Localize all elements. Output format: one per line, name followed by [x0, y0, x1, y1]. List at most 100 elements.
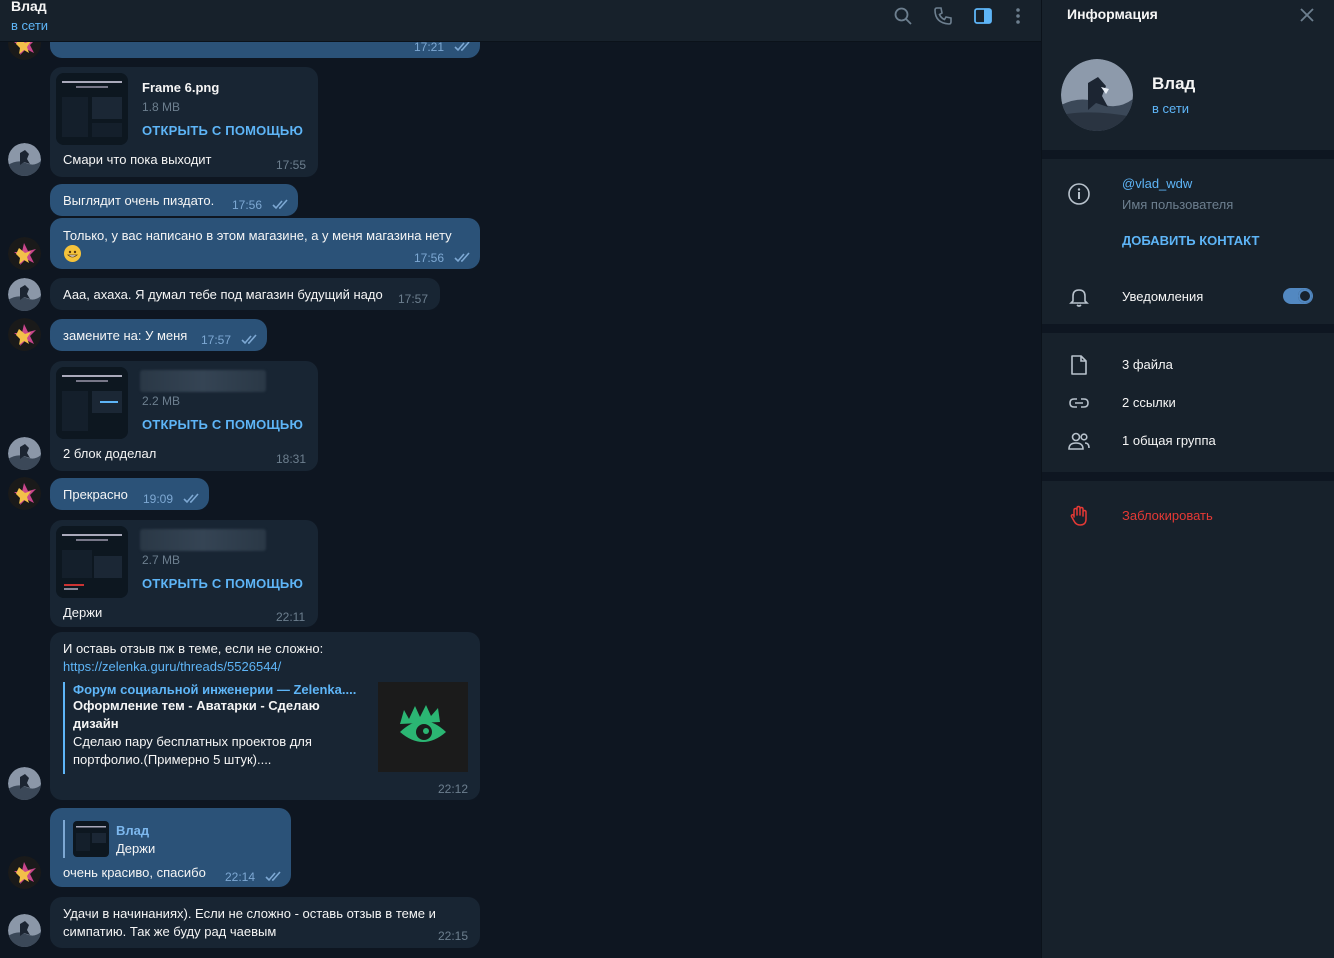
shared-files-item[interactable]: 3 файла: [1122, 357, 1173, 372]
reply-thumbnail: [73, 821, 109, 857]
info-panel-title: Информация: [1067, 6, 1158, 22]
shared-links-item[interactable]: 2 ссылки: [1122, 395, 1176, 410]
chat-title[interactable]: Влад: [11, 0, 47, 14]
message-outgoing[interactable]: замените на: У меня 17:57: [50, 319, 267, 351]
read-checks-icon: [272, 199, 290, 210]
read-checks-icon: [183, 493, 201, 504]
message-caption: Держи: [63, 605, 103, 620]
chat-area: 17:21 Frame 6.png 1.8 MB ОТКРЫТЬ С ПОМОЩ…: [0, 0, 1041, 958]
open-with-button[interactable]: ОТКРЫТЬ С ПОМОЩЬЮ: [142, 417, 303, 432]
message-time: 22:14: [225, 870, 256, 884]
profile-avatar[interactable]: [1061, 59, 1133, 131]
phone-icon[interactable]: [933, 6, 953, 26]
group-icon: [1067, 429, 1091, 453]
message-time: 19:09: [143, 492, 174, 506]
file-thumbnail[interactable]: [56, 526, 128, 598]
message-incoming-file[interactable]: Frame 6.png 1.8 MB ОТКРЫТЬ С ПОМОЩЬЮ Сма…: [50, 67, 318, 177]
add-contact-button[interactable]: ДОБАВИТЬ КОНТАКТ: [1122, 233, 1259, 248]
chat-status: в сети: [11, 18, 49, 33]
message-outgoing[interactable]: Выглядит очень пиздато. 17:56: [50, 184, 298, 216]
notifications-toggle[interactable]: [1283, 288, 1313, 304]
block-user-button[interactable]: Заблокировать: [1122, 508, 1213, 523]
read-checks-icon: [241, 334, 259, 345]
section-divider: [1042, 472, 1334, 481]
username-label: Имя пользователя: [1122, 197, 1234, 212]
read-checks-icon: [454, 41, 472, 52]
reply-author: Влад: [116, 823, 150, 838]
message-caption: 2 блок доделал: [63, 446, 157, 461]
file-size: 2.2 MB: [142, 394, 181, 408]
more-vertical-icon[interactable]: [1008, 6, 1028, 26]
open-with-button[interactable]: ОТКРЫТЬ С ПОМОЩЬЮ: [142, 123, 303, 138]
reply-quote[interactable]: [63, 820, 65, 858]
read-checks-icon: [454, 252, 472, 263]
avatar-me[interactable]: [8, 237, 41, 270]
search-icon[interactable]: [893, 6, 913, 26]
info-icon: [1067, 182, 1091, 206]
read-checks-icon: [265, 871, 283, 882]
notifications-label: Уведомления: [1122, 289, 1204, 304]
file-thumbnail[interactable]: [56, 73, 128, 145]
message-incoming[interactable]: Удачи в начинаниях). Если не сложно - ос…: [50, 897, 480, 948]
message-time: 17:57: [398, 292, 429, 306]
message-outgoing[interactable]: Прекрасно 19:09: [50, 478, 209, 510]
link-preview[interactable]: Форум социальной инженерии — Zelenka....…: [63, 682, 468, 774]
message-text-line: Удачи в начинаниях). Если не сложно - ос…: [63, 906, 436, 921]
message-caption: Смари что пока выходит: [63, 152, 212, 167]
section-divider: [1042, 150, 1334, 159]
message-text: И оставь отзыв пж в теме, если не сложно…: [63, 641, 324, 656]
file-size: 2.7 MB: [142, 553, 181, 567]
message-text: Прекрасно: [63, 487, 128, 502]
avatar-vlad[interactable]: [8, 143, 41, 176]
avatar-me[interactable]: [8, 477, 41, 510]
message-time: 17:56: [414, 251, 445, 265]
message-text: Ааа, ахаха. Я думал тебе под магазин буд…: [63, 287, 383, 302]
message-outgoing[interactable]: Только, у вас написано в этом магазине, …: [50, 218, 480, 269]
section-divider: [1042, 324, 1334, 333]
avatar-vlad[interactable]: [8, 437, 41, 470]
message-outgoing-reply[interactable]: Влад Держи очень красиво, спасибо 22:14: [50, 808, 291, 887]
close-icon[interactable]: [1298, 6, 1316, 24]
profile-name: Влад: [1152, 74, 1196, 93]
message-time: 18:31: [276, 452, 307, 466]
avatar-vlad[interactable]: [8, 914, 41, 947]
avatar-vlad[interactable]: [8, 767, 41, 800]
message-text: Выглядит очень пиздато.: [63, 193, 215, 208]
file-name: Frame 6.png: [142, 80, 220, 95]
message-time: 17:21: [414, 40, 445, 54]
grinning-emoji-icon: [64, 245, 81, 262]
message-time: 22:11: [276, 610, 306, 624]
message-time: 22:12: [438, 782, 469, 796]
info-panel: Информация Влад в сети @vlad_wdw Имя пол…: [1041, 0, 1334, 958]
message-text: замените на: У меня: [63, 328, 188, 343]
message-text: очень красиво, спасибо: [63, 865, 206, 880]
message-incoming-file[interactable]: 2.2 MB ОТКРЫТЬ С ПОМОЩЬЮ 2 блок доделал …: [50, 361, 318, 471]
link-icon: [1067, 391, 1091, 415]
sidebar-toggle-icon[interactable]: [973, 6, 993, 26]
avatar-me[interactable]: [8, 318, 41, 351]
zelenka-eye-logo-icon: [378, 682, 468, 772]
file-name-blurred: [140, 529, 266, 551]
file-icon: [1067, 353, 1091, 377]
message-time: 17:56: [232, 198, 263, 212]
message-time: 22:15: [438, 929, 469, 943]
hand-block-icon: [1067, 504, 1091, 528]
open-with-button[interactable]: ОТКРЫТЬ С ПОМОЩЬЮ: [142, 576, 303, 591]
avatar-vlad[interactable]: [8, 278, 41, 311]
file-thumbnail[interactable]: [56, 367, 128, 439]
profile-status: в сети: [1152, 101, 1190, 116]
message-incoming-file[interactable]: 2.7 MB ОТКРЫТЬ С ПОМОЩЬЮ Держи 22:11: [50, 520, 318, 627]
message-link[interactable]: https://zelenka.guru/threads/5526544/: [63, 659, 281, 674]
bell-icon: [1067, 285, 1091, 309]
file-size: 1.8 MB: [142, 100, 181, 114]
message-incoming-link[interactable]: И оставь отзыв пж в теме, если не сложно…: [50, 632, 480, 800]
username-link[interactable]: @vlad_wdw: [1122, 176, 1192, 191]
common-groups-item[interactable]: 1 общая группа: [1122, 433, 1216, 448]
chat-header: Влад в сети: [0, 0, 1041, 42]
message-incoming[interactable]: Ааа, ахаха. Я думал тебе под магазин буд…: [50, 278, 440, 310]
reply-text: Держи: [116, 841, 156, 856]
message-time: 17:57: [201, 333, 232, 347]
message-text: Только, у вас написано в этом магазине, …: [63, 228, 452, 243]
avatar-me[interactable]: [8, 856, 41, 889]
message-text-line: симпатию. Так же буду рад чаевым: [63, 924, 277, 939]
